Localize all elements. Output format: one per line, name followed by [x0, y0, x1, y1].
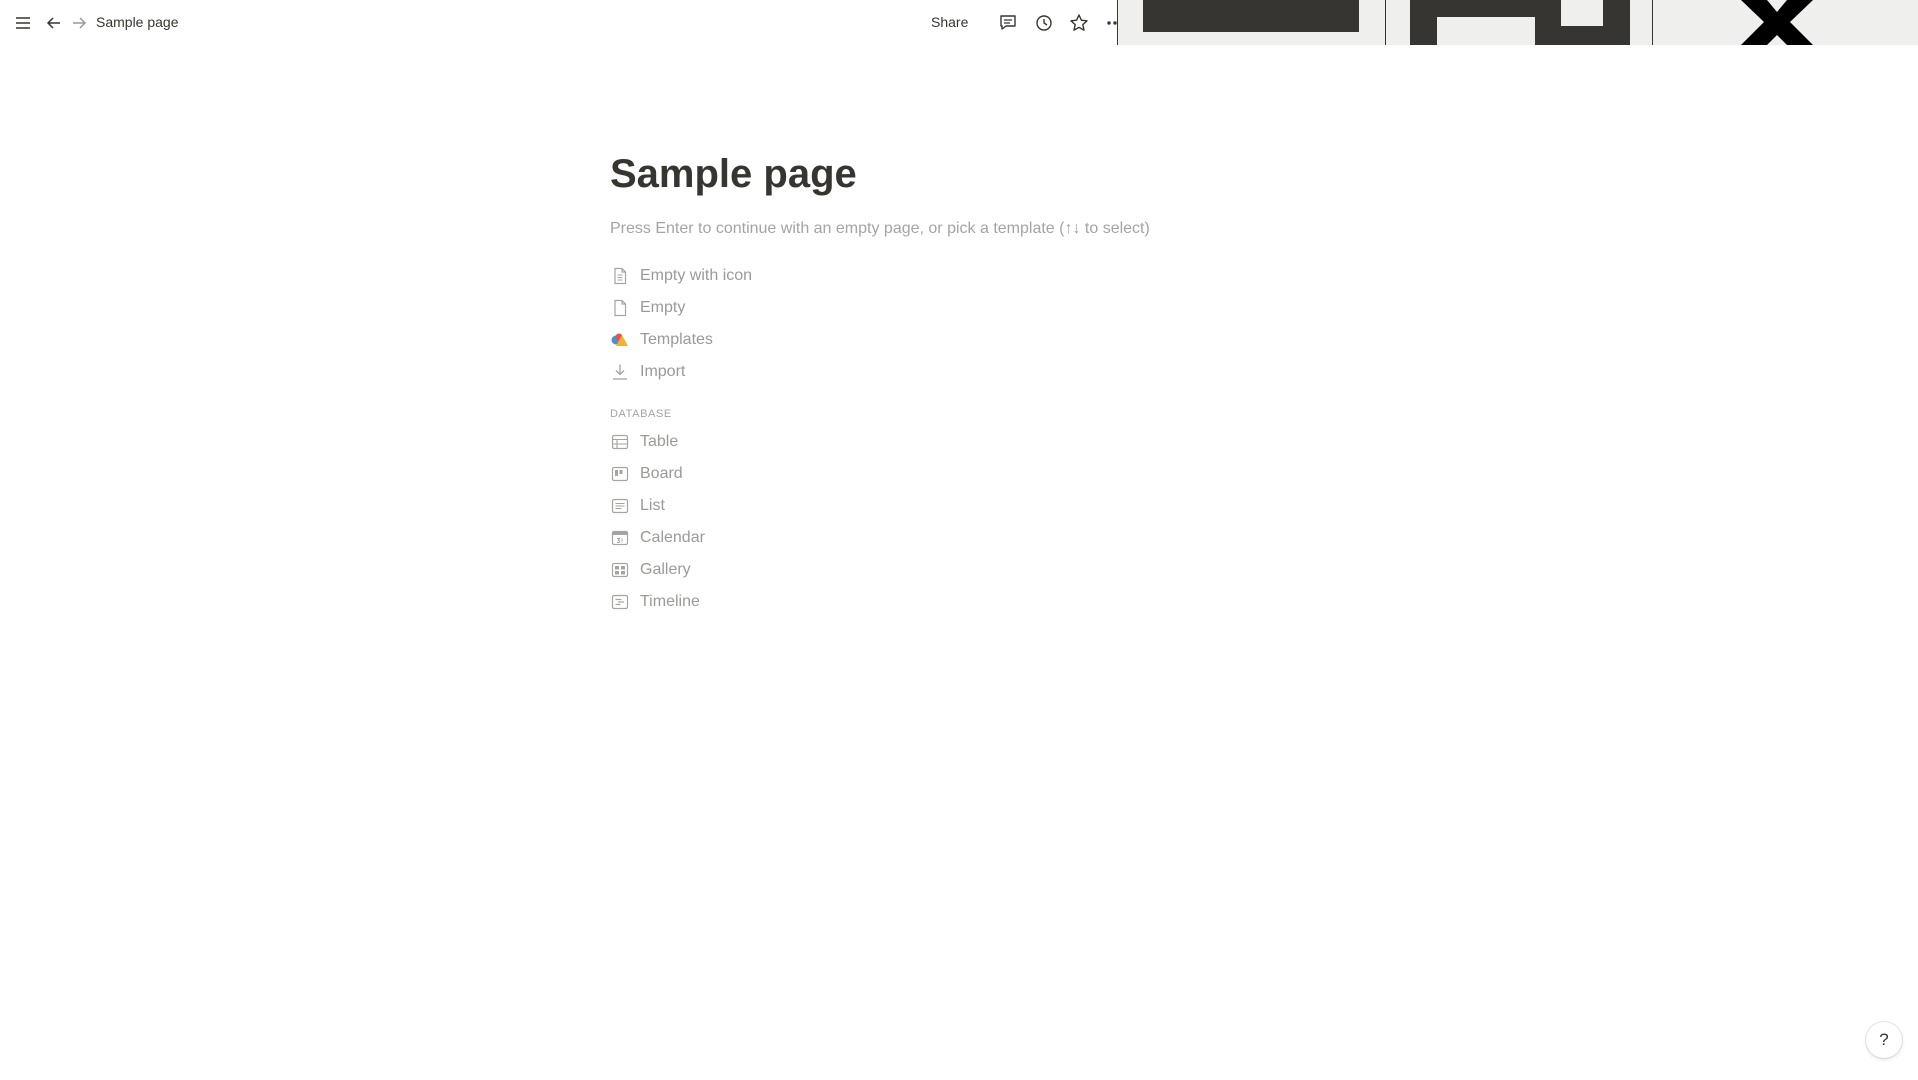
- board-icon: [610, 464, 630, 484]
- timeline-icon: [610, 592, 630, 612]
- database-section-label: DATABASE: [610, 408, 672, 420]
- option-label: Timeline: [640, 593, 700, 610]
- template-hint: Press Enter to continue with an empty pa…: [610, 220, 1150, 237]
- share-button[interactable]: Share: [931, 14, 968, 30]
- page-cover-image[interactable]: [1117, 0, 1918, 45]
- database-option-list[interactable]: List: [610, 490, 1310, 522]
- database-option-board[interactable]: Board: [610, 458, 1310, 490]
- option-empty[interactable]: Empty: [610, 292, 1310, 324]
- page-with-icon-icon: [610, 266, 630, 286]
- menu-icon[interactable]: [11, 11, 35, 35]
- option-label: Import: [640, 363, 686, 380]
- database-option-timeline[interactable]: Timeline: [610, 586, 1310, 618]
- cover-panel-3: [1653, 0, 1918, 45]
- option-import[interactable]: Import: [610, 356, 1310, 388]
- app-page: Sample page Share Sample page Press Ente…: [0, 0, 1918, 1080]
- empty-page-icon: [610, 298, 630, 318]
- comment-icon[interactable]: [996, 11, 1020, 35]
- breadcrumb-page[interactable]: Sample page: [96, 14, 179, 30]
- star-icon[interactable]: [1067, 11, 1091, 35]
- cover-panel-2: [1386, 0, 1652, 45]
- cover-panel-1: [1118, 0, 1385, 45]
- template-options: Empty with icon Empty Templates Import: [610, 260, 1310, 388]
- table-icon: [610, 432, 630, 452]
- option-label: Gallery: [640, 561, 691, 578]
- calendar-icon: [610, 528, 630, 548]
- database-option-gallery[interactable]: Gallery: [610, 554, 1310, 586]
- option-label: Empty: [640, 299, 686, 316]
- page-title[interactable]: Sample page: [610, 150, 1310, 198]
- option-templates[interactable]: Templates: [610, 324, 1310, 356]
- database-option-table[interactable]: Table: [610, 426, 1310, 458]
- templates-icon: [610, 330, 630, 350]
- option-label: List: [640, 497, 665, 514]
- database-options: Table Board List Calendar Gallery Timeli…: [610, 426, 1310, 618]
- list-icon: [610, 496, 630, 516]
- page-content: Sample page Press Enter to continue with…: [610, 150, 1310, 618]
- help-button[interactable]: ?: [1866, 1022, 1902, 1058]
- option-empty-with-icon[interactable]: Empty with icon: [610, 260, 1310, 292]
- gallery-icon: [610, 560, 630, 580]
- database-option-calendar[interactable]: Calendar: [610, 522, 1310, 554]
- option-label: Table: [640, 433, 679, 450]
- topbar: Sample page Share: [0, 0, 1123, 45]
- option-label: Calendar: [640, 529, 705, 546]
- option-label: Empty with icon: [640, 267, 753, 284]
- forward-arrow-icon[interactable]: [67, 11, 91, 35]
- back-arrow-icon[interactable]: [42, 11, 66, 35]
- option-label: Templates: [640, 331, 713, 348]
- option-label: Board: [640, 465, 683, 482]
- history-icon[interactable]: [1032, 11, 1056, 35]
- import-icon: [610, 362, 630, 382]
